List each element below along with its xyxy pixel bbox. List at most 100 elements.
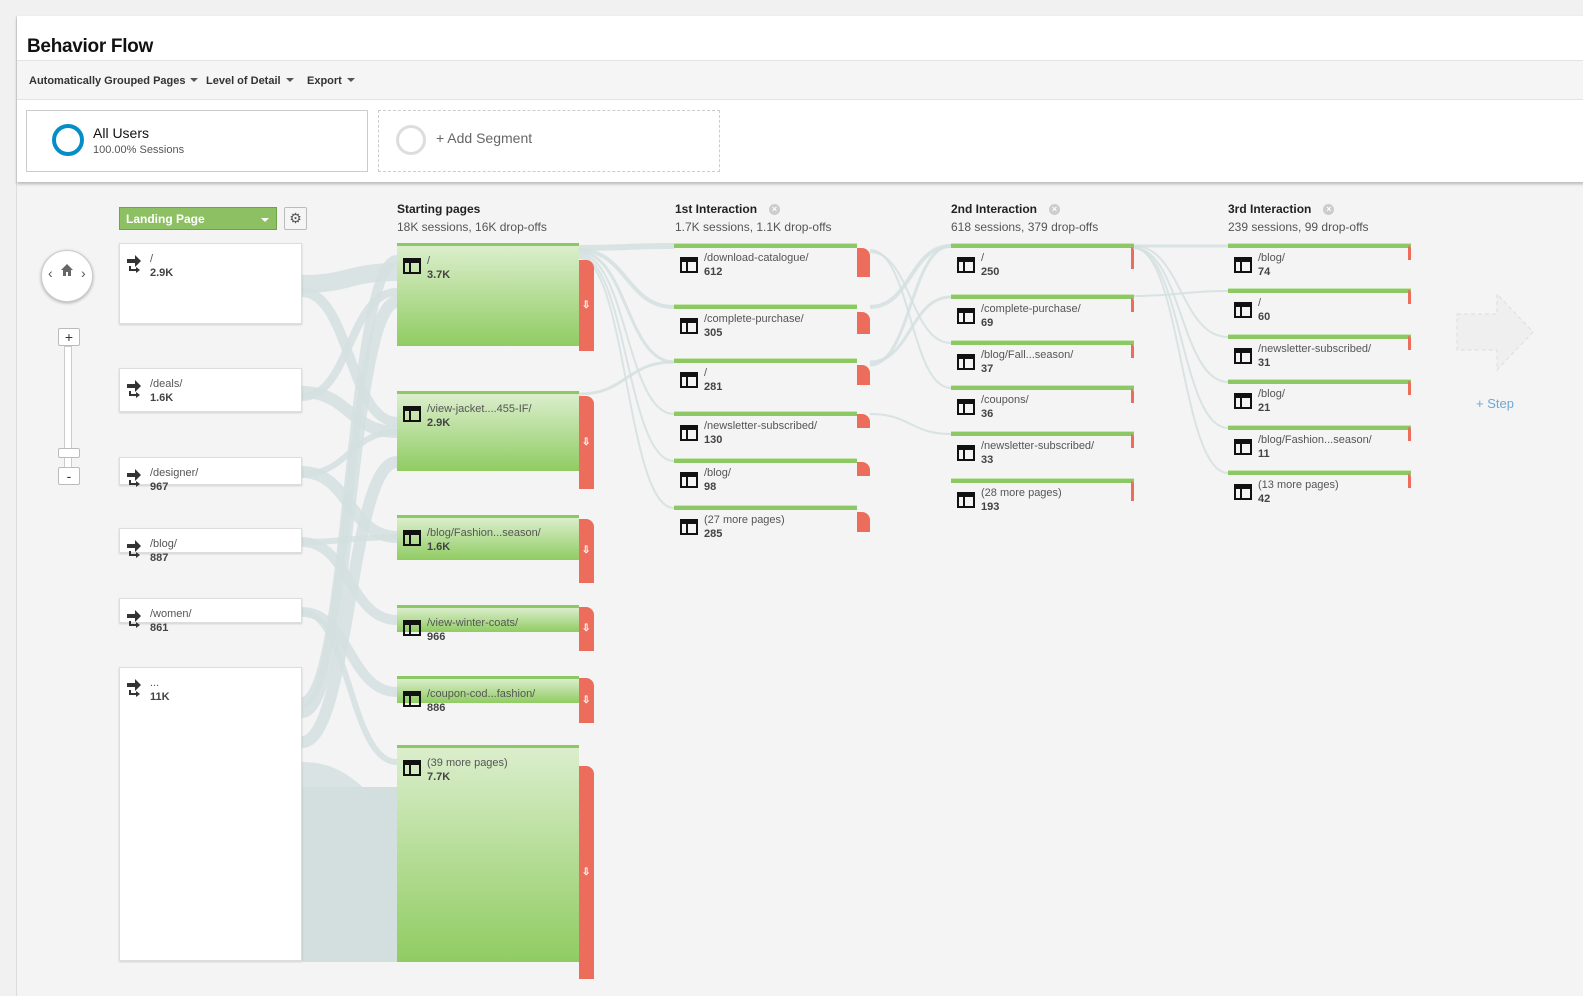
interaction3-node-value: 42 xyxy=(1258,493,1271,505)
interaction1-node-bar[interactable] xyxy=(674,358,857,363)
landing-node[interactable]: ... 11K xyxy=(119,667,302,961)
dropoff-bar[interactable]: ⇩ xyxy=(579,260,594,351)
dropoff-bar[interactable] xyxy=(1131,389,1134,403)
page-layout-icon xyxy=(680,472,698,493)
page-layout-icon xyxy=(957,257,975,278)
dropoff-bar[interactable] xyxy=(1408,336,1411,350)
dropoff-bar[interactable] xyxy=(1131,344,1134,358)
zoom-out-button[interactable]: - xyxy=(58,467,80,485)
dropoff-bar[interactable] xyxy=(1131,247,1134,269)
page-layout-icon xyxy=(957,308,975,329)
interaction3-node-bar[interactable] xyxy=(1228,243,1411,248)
interaction2-node-bar[interactable] xyxy=(951,385,1134,390)
close-icon[interactable]: × xyxy=(1323,204,1335,215)
dropoff-bar[interactable] xyxy=(857,312,870,334)
dropoff-bar[interactable] xyxy=(857,414,870,428)
zoom-slider-handle[interactable] xyxy=(58,448,80,458)
landing-node[interactable]: / 2.9K xyxy=(119,243,302,324)
grouped-pages-menu[interactable]: Automatically Grouped Pages xyxy=(29,75,199,87)
interaction3-node-bar[interactable] xyxy=(1228,334,1411,339)
dropoff-arrow-icon: ⇩ xyxy=(582,299,591,311)
landing-node[interactable]: /deals/1.6K xyxy=(119,368,302,412)
dropoff-bar[interactable] xyxy=(1408,427,1411,441)
pan-home-control[interactable]: ‹ › xyxy=(41,250,93,302)
interaction1-node-bar[interactable] xyxy=(674,458,857,463)
dimension-label: Landing Page xyxy=(126,212,205,226)
dropoff-bar[interactable] xyxy=(1131,481,1134,501)
node-label: / xyxy=(427,255,431,267)
page-layout-icon xyxy=(1234,439,1252,460)
dropoff-bar[interactable] xyxy=(1408,474,1411,488)
dropoff-bar[interactable] xyxy=(857,512,870,532)
interaction1-node-label: (27 more pages) xyxy=(704,514,785,526)
interaction2-node-bar[interactable] xyxy=(951,243,1134,248)
interaction2-node-bar[interactable] xyxy=(951,294,1134,299)
zoom-in-button[interactable]: + xyxy=(58,328,80,346)
interaction3-node-bar[interactable] xyxy=(1228,288,1411,293)
starting-page-node[interactable]: (39 more pages) 7.7K xyxy=(397,745,579,962)
interaction2-node-label: / xyxy=(981,252,985,264)
column-header-2nd: 2nd Interaction × 618 sessions, 379 drop-… xyxy=(951,202,1098,234)
dropoff-bar[interactable] xyxy=(857,462,870,476)
interaction2-node-value: 36 xyxy=(981,408,994,420)
dropoff-bar[interactable]: ⇩ xyxy=(579,519,594,583)
interaction3-node-value: 74 xyxy=(1258,266,1271,278)
node-value: 7.7K xyxy=(427,771,451,783)
starting-page-node[interactable]: /coupon-cod...fashion/886 xyxy=(397,676,579,714)
dropoff-bar[interactable]: ⇩ xyxy=(579,396,594,489)
dimension-dropdown[interactable]: Landing Page xyxy=(119,207,277,230)
starting-page-node[interactable]: / 3.7K xyxy=(397,243,579,346)
node-label: (39 more pages) xyxy=(427,757,508,769)
dropoff-bar[interactable]: ⇩ xyxy=(579,766,594,979)
column-title: Starting pages xyxy=(397,202,481,216)
interaction2-node-bar[interactable] xyxy=(951,340,1134,345)
starting-page-node[interactable]: /view-jacket....455-IF/2.9K xyxy=(397,391,579,471)
starting-page-node[interactable]: /view-winter-coats/966 xyxy=(397,605,579,643)
page-layout-icon xyxy=(680,318,698,339)
add-segment-button[interactable]: + Add Segment xyxy=(378,110,720,172)
dropoff-bar[interactable] xyxy=(1408,290,1411,304)
close-icon[interactable]: × xyxy=(1049,204,1061,215)
dropoff-arrow-icon: ⇩ xyxy=(582,436,591,448)
arrow-entry-icon xyxy=(126,609,144,634)
close-icon[interactable]: × xyxy=(769,204,781,215)
node-value: 861 xyxy=(150,622,169,634)
landing-node[interactable]: /women/861 xyxy=(119,598,302,634)
interaction3-node-bar[interactable] xyxy=(1228,470,1411,475)
export-label: Export xyxy=(307,75,342,87)
interaction2-node-bar[interactable] xyxy=(951,478,1134,483)
page-layout-icon xyxy=(403,691,421,712)
dropoff-arrow-icon: ⇩ xyxy=(582,545,591,556)
dropoff-bar[interactable]: ⇩ xyxy=(579,678,594,723)
level-of-detail-menu[interactable]: Level of Detail xyxy=(206,75,294,87)
interaction1-node-bar[interactable] xyxy=(674,304,857,309)
top-band xyxy=(0,0,1583,16)
dropoff-bar[interactable] xyxy=(1408,381,1411,395)
interaction3-node-label: /newsletter-subscribed/ xyxy=(1258,343,1372,355)
interaction2-node-bar[interactable] xyxy=(951,431,1134,436)
segment-sessions: 100.00% Sessions xyxy=(93,144,185,156)
dropoff-bar[interactable] xyxy=(1131,434,1134,448)
interaction1-node-bar[interactable] xyxy=(674,505,857,510)
page-layout-icon xyxy=(957,399,975,420)
starting-page-node[interactable]: /blog/Fashion...season/1.6K xyxy=(397,515,579,560)
interaction1-node-bar[interactable] xyxy=(674,243,857,248)
add-step-button[interactable]: + Step xyxy=(1476,396,1514,411)
page-layout-icon xyxy=(403,620,421,641)
dropoff-bar[interactable] xyxy=(1131,298,1134,312)
add-step-arrow-icon[interactable] xyxy=(1455,292,1535,372)
dropoff-bar[interactable] xyxy=(857,365,870,385)
caret-down-icon xyxy=(190,78,199,82)
page-layout-icon xyxy=(680,425,698,446)
dropoff-bar[interactable]: ⇩ xyxy=(579,607,594,651)
gear-icon[interactable]: ⚙ xyxy=(284,207,307,230)
interaction1-node-bar[interactable] xyxy=(674,411,857,416)
export-menu[interactable]: Export xyxy=(307,75,355,87)
interaction3-node-bar[interactable] xyxy=(1228,425,1411,430)
landing-node[interactable]: /designer/967 xyxy=(119,457,302,493)
dropoff-bar[interactable] xyxy=(1408,246,1411,260)
dropoff-bar[interactable] xyxy=(857,248,870,277)
segment-all-users[interactable]: All Users 100.00% Sessions xyxy=(26,110,368,172)
landing-node[interactable]: /blog/887 xyxy=(119,528,302,564)
interaction3-node-bar[interactable] xyxy=(1228,379,1411,384)
